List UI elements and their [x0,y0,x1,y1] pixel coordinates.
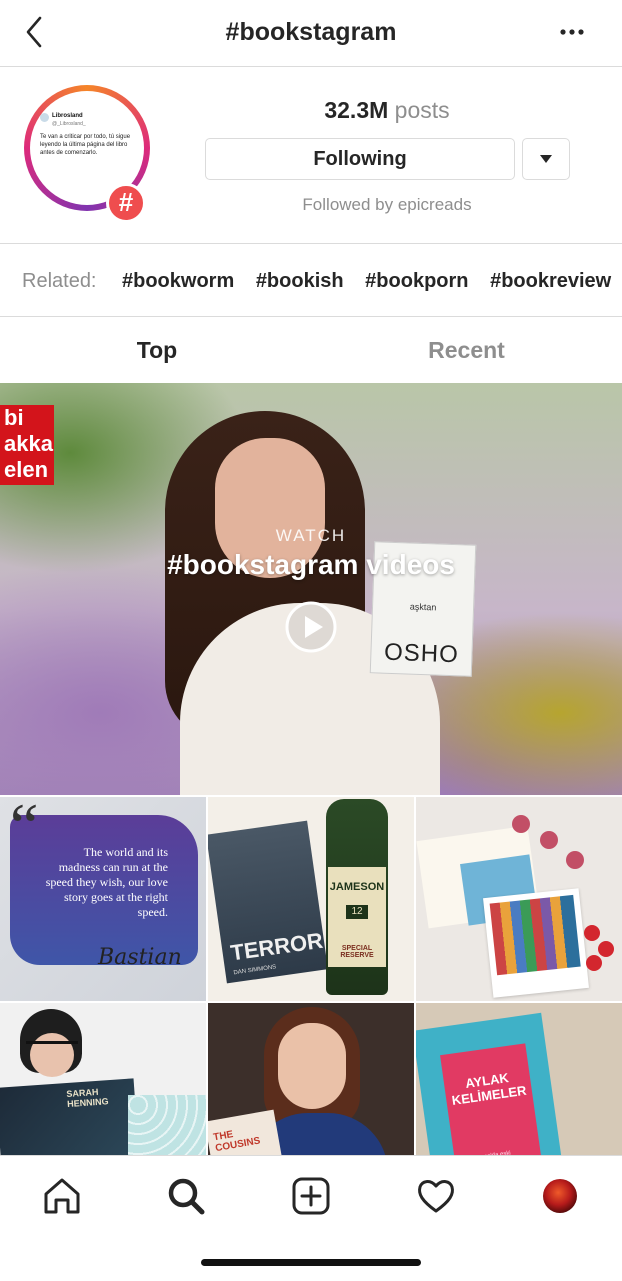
heart-icon [418,1180,454,1213]
bookshelf-polaroid [483,888,589,998]
top-bar: #bookstagram [0,0,622,67]
profile-avatar [543,1179,577,1213]
play-button[interactable] [285,601,337,653]
followed-by-text[interactable]: Followed by epicreads [205,195,569,215]
glasses-icon [26,1041,78,1054]
feed-tabs: Top Recent [0,317,622,382]
hashtag-avatar[interactable]: Librosland @_Librosland_ Te van a critic… [24,85,150,223]
quote-mark-icon: “ [10,797,39,861]
rose-icon [512,815,530,833]
strawberry-icon [584,925,600,941]
signature: Bastian [98,945,182,970]
home-indicator [201,1259,421,1266]
more-horizontal-icon [560,29,584,35]
tab-recent[interactable]: Recent [311,337,622,364]
avatar-tweet-card: Librosland @_Librosland_ Te van a critic… [40,113,131,156]
related-tag-bookporn[interactable]: #bookporn [365,270,468,292]
grid-post-3[interactable] [416,797,622,1001]
related-tag-bookreview[interactable]: #bookreview [490,270,611,292]
caret-down-icon [540,155,552,163]
following-button[interactable]: Following [205,138,515,180]
grid-post-2[interactable]: TERROR DAN SIMMONS JAMESON 12 SPECIAL RE… [208,797,414,1001]
related-label: Related: [22,270,97,292]
grid-post-1[interactable]: “ The world and its madness can run at t… [0,797,206,1001]
home-icon [44,1178,80,1214]
hashtag-profile: Librosland @_Librosland_ Te van a critic… [0,67,622,244]
more-options-button[interactable] [556,22,592,42]
watch-videos-banner[interactable]: bi akka elen aşktan OSHO WATCH #bookstag… [0,383,622,795]
new-post-icon [292,1177,330,1215]
related-tag-bookish[interactable]: #bookish [256,270,344,292]
nav-search[interactable] [164,1174,208,1218]
posts-count: 32.3M posts [324,97,450,123]
play-circle-icon [285,601,337,653]
tab-top[interactable]: Top [0,337,314,364]
strawberry-icon [598,941,614,957]
follow-options-dropdown[interactable] [522,138,570,180]
terror-book: TERROR DAN SIMMONS [208,820,328,984]
post-quote: The world and its madness can run at the… [45,845,168,919]
hashtag-badge-icon: # [106,183,146,223]
page-title: #bookstagram [225,18,397,46]
watch-title: #bookstagram videos [167,549,455,580]
account-avatar-icon [40,113,49,122]
post-grid: “ The world and its madness can run at t… [0,797,622,1207]
red-overlay-text: bi akka elen [0,405,54,485]
nav-profile[interactable] [538,1174,582,1218]
nav-new-post[interactable] [289,1174,333,1218]
nav-home[interactable] [40,1174,84,1218]
search-icon [168,1178,205,1215]
related-tag-bookworm[interactable]: #bookworm [122,270,234,292]
rose-icon [566,851,584,869]
strawberry-icon [586,955,602,971]
related-hashtags: Related: #bookworm #bookish #bookporn #b… [0,244,622,317]
watch-label: WATCH [275,526,347,545]
rose-icon [540,831,558,849]
nav-activity[interactable] [414,1174,458,1218]
